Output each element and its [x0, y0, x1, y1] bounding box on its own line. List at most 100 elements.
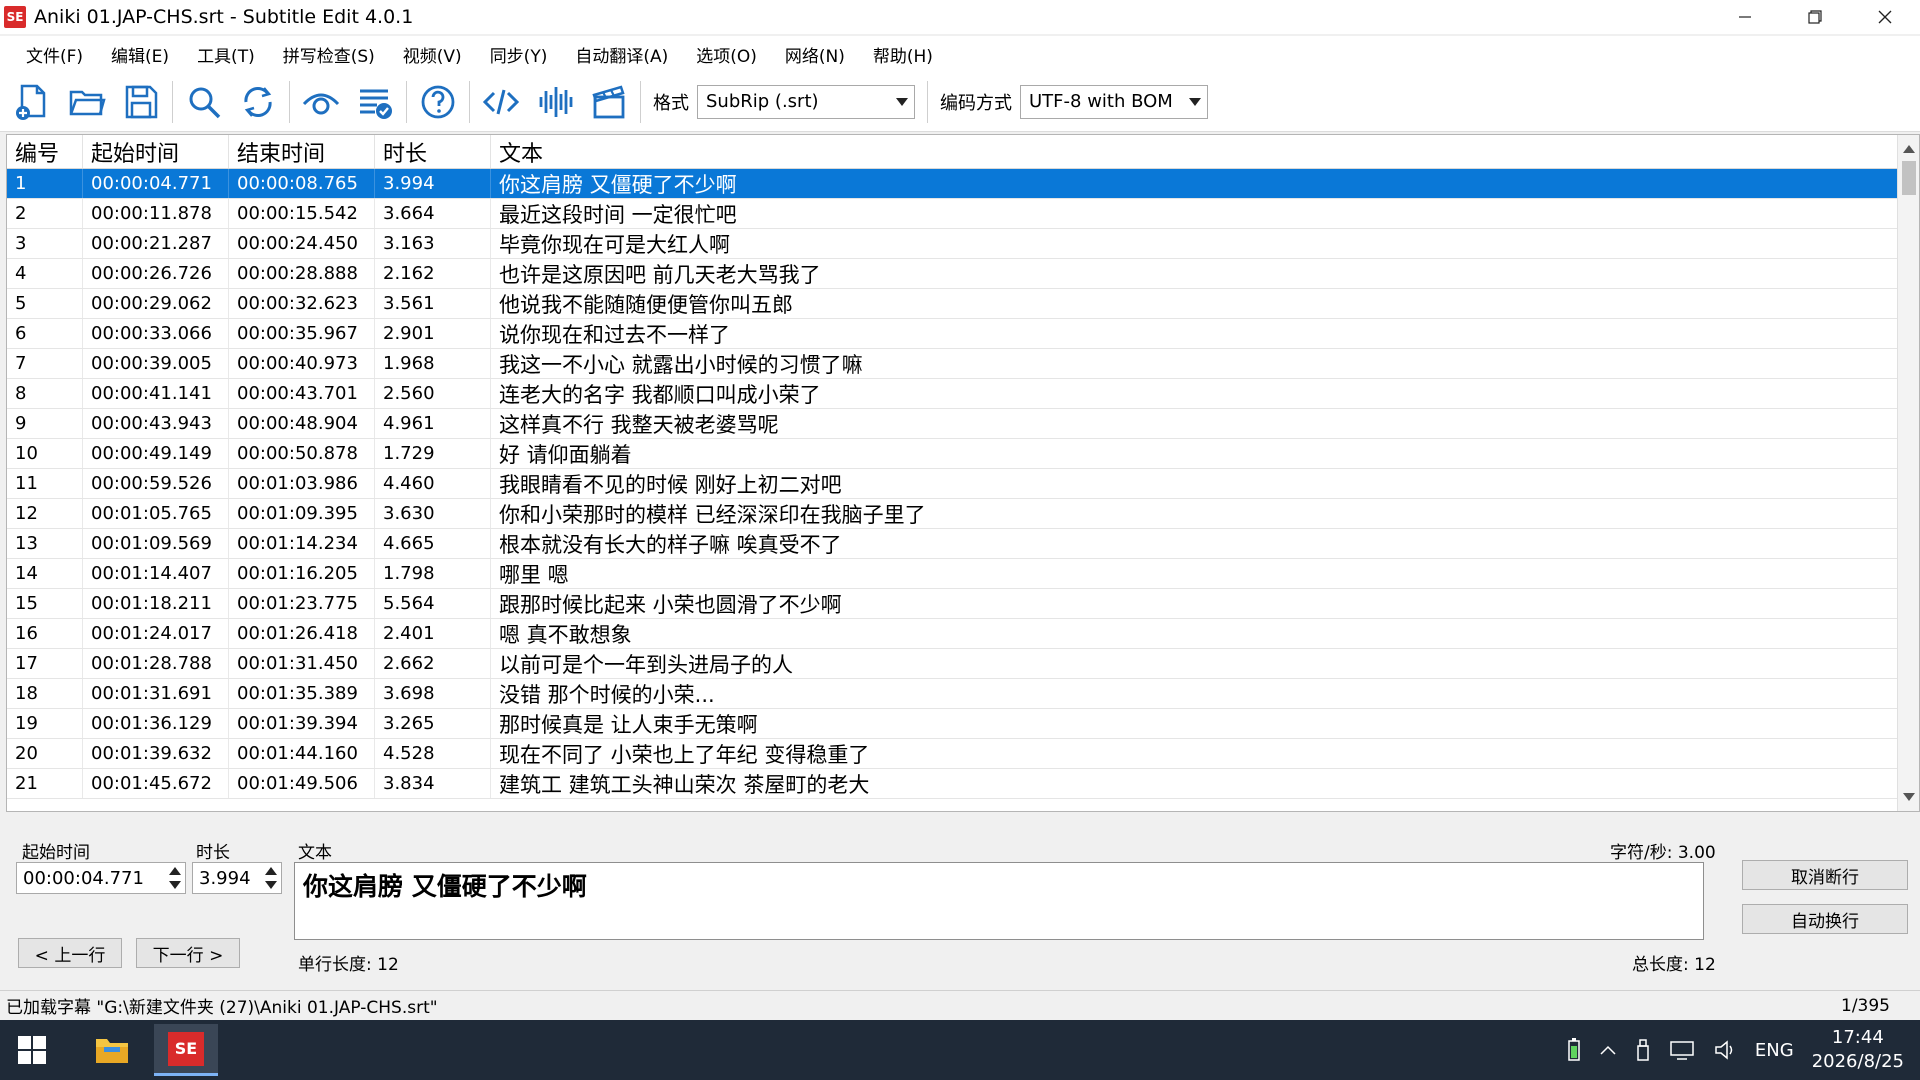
cell-number: 17 — [7, 649, 83, 678]
edit-panel: 起始时间 00:00:04.771 时长 3.994 文本 字符/秒: 3.00… — [0, 826, 1920, 986]
table-row[interactable]: 7 00:00:39.005 00:00:40.973 1.968 我这一不小心 就露出… — [7, 349, 1919, 379]
table-row[interactable]: 1 00:00:04.771 00:00:08.765 3.994 你这肩膀 又僵硬了不… — [7, 169, 1919, 199]
clock[interactable]: 17:44 2026/8/25 — [1812, 1026, 1904, 1074]
table-row[interactable]: 16 00:01:24.017 00:01:26.418 2.401 嗯 真不敢想象 — [7, 619, 1919, 649]
start-time-value: 00:00:04.771 — [23, 867, 144, 889]
find-button[interactable] — [177, 75, 231, 129]
column-header-text[interactable]: 文本 — [491, 135, 1899, 168]
encoding-select[interactable]: UTF-8 with BOM — [1020, 84, 1208, 119]
menu-spell-check[interactable]: 拼写检查(S) — [269, 39, 389, 69]
grid-header: 编号 起始时间 结束时间 时长 文本 — [7, 135, 1919, 169]
battery-icon[interactable] — [1567, 1038, 1581, 1062]
scroll-down-icon[interactable] — [1903, 793, 1915, 801]
grid-scrollbar[interactable] — [1897, 135, 1919, 811]
table-row[interactable]: 21 00:01:45.672 00:01:49.506 3.834 建筑工 建筑工头神… — [7, 769, 1919, 799]
menu-help[interactable]: 帮助(H) — [859, 39, 947, 69]
scroll-up-icon[interactable] — [1903, 145, 1915, 153]
volume-icon[interactable] — [1713, 1039, 1737, 1061]
cell-duration: 3.698 — [375, 679, 491, 708]
table-row[interactable]: 18 00:01:31.691 00:01:35.389 3.698 没错 那个时候的小… — [7, 679, 1919, 709]
next-line-button[interactable]: 下一行 > — [136, 938, 240, 968]
cell-start-time: 00:00:43.943 — [83, 409, 229, 438]
table-row[interactable]: 13 00:01:09.569 00:01:14.234 4.665 根本就没有长大的样… — [7, 529, 1919, 559]
minimize-icon — [1739, 16, 1751, 18]
table-row[interactable]: 15 00:01:18.211 00:01:23.775 5.564 跟那时候比起来 小… — [7, 589, 1919, 619]
table-row[interactable]: 9 00:00:43.943 00:00:48.904 4.961 这样真不行 我整天被… — [7, 409, 1919, 439]
video-button[interactable] — [582, 75, 636, 129]
restore-button[interactable] — [1780, 0, 1850, 34]
spinner-icon[interactable] — [169, 867, 181, 889]
duration-input[interactable]: 3.994 — [192, 862, 282, 894]
table-row[interactable]: 20 00:01:39.632 00:01:44.160 4.528 现在不同了 小荣也… — [7, 739, 1919, 769]
table-row[interactable]: 3 00:00:21.287 00:00:24.450 3.163 毕竟你现在可是大红人… — [7, 229, 1919, 259]
chevron-up-icon[interactable] — [1599, 1044, 1617, 1056]
table-row[interactable]: 14 00:01:14.407 00:01:16.205 1.798 哪里 嗯 — [7, 559, 1919, 589]
waveform-icon — [539, 86, 573, 117]
table-row[interactable]: 5 00:00:29.062 00:00:32.623 3.561 他说我不能随随便便管… — [7, 289, 1919, 319]
replace-button[interactable] — [231, 75, 285, 129]
usb-device-icon[interactable] — [1635, 1038, 1651, 1062]
total-length: 总长度: 12 — [1632, 955, 1716, 975]
table-row[interactable]: 10 00:00:49.149 00:00:50.878 1.729 好 请仰面躺着 — [7, 439, 1919, 469]
new-file-button[interactable] — [6, 75, 60, 129]
menu-tools[interactable]: 工具(T) — [183, 39, 269, 69]
toolbar-separator — [289, 80, 290, 123]
cell-text: 跟那时候比起来 小荣也圆滑了不少啊 — [491, 589, 1899, 618]
minimize-button[interactable] — [1710, 0, 1780, 34]
help-button[interactable] — [411, 75, 465, 129]
auto-break-button[interactable]: 自动换行 — [1742, 904, 1908, 934]
previous-line-button[interactable]: < 上一行 — [18, 938, 122, 968]
save-button[interactable] — [114, 75, 168, 129]
subtitle-grid[interactable]: 编号 起始时间 结束时间 时长 文本 1 00:00:04.771 00:00:08… — [6, 134, 1920, 812]
open-button[interactable] — [60, 75, 114, 129]
table-row[interactable]: 12 00:01:05.765 00:01:09.395 3.630 你和小荣那时的模样… — [7, 499, 1919, 529]
table-row[interactable]: 17 00:01:28.788 00:01:31.450 2.662 以前可是个一年到头… — [7, 649, 1919, 679]
table-row[interactable]: 11 00:00:59.526 00:01:03.986 4.460 我眼睛看不见的时候… — [7, 469, 1919, 499]
taskbar-file-explorer[interactable] — [80, 1024, 144, 1076]
cell-end-time: 00:01:35.389 — [229, 679, 375, 708]
menu-options[interactable]: 选项(O) — [682, 39, 771, 69]
subtitle-text-editor[interactable]: 你这肩膀 又僵硬了不少啊 — [294, 862, 1704, 940]
menu-network[interactable]: 网络(N) — [771, 39, 859, 69]
input-language[interactable]: ENG — [1755, 1040, 1794, 1061]
visual-sync-button[interactable] — [294, 75, 348, 129]
cell-start-time: 00:01:05.765 — [83, 499, 229, 528]
column-header-start[interactable]: 起始时间 — [83, 135, 229, 168]
column-header-end[interactable]: 结束时间 — [229, 135, 375, 168]
taskbar-subtitle-edit[interactable]: SE — [154, 1024, 218, 1076]
start-time-input[interactable]: 00:00:04.771 — [16, 862, 186, 894]
format-select[interactable]: SubRip (.srt) — [697, 84, 915, 119]
table-row[interactable]: 6 00:00:33.066 00:00:35.967 2.901 说你现在和过去不一样… — [7, 319, 1919, 349]
menu-auto-translate[interactable]: 自动翻译(A) — [561, 39, 682, 69]
cell-number: 16 — [7, 619, 83, 648]
network-icon[interactable] — [1669, 1039, 1695, 1061]
start-time-label: 起始时间 — [22, 843, 90, 863]
menu-sync[interactable]: 同步(Y) — [476, 39, 562, 69]
text-label: 文本 — [298, 843, 332, 863]
cell-duration: 4.460 — [375, 469, 491, 498]
windows-start-icon[interactable] — [16, 1034, 48, 1066]
close-button[interactable] — [1850, 0, 1920, 34]
cell-end-time: 00:00:15.542 — [229, 199, 375, 228]
spell-check-button[interactable] — [348, 75, 402, 129]
column-header-duration[interactable]: 时长 — [375, 135, 491, 168]
scroll-thumb[interactable] — [1902, 161, 1916, 195]
menu-file[interactable]: 文件(F) — [12, 39, 97, 69]
cell-text: 他说我不能随随便便管你叫五郎 — [491, 289, 1899, 318]
table-row[interactable]: 4 00:00:26.726 00:00:28.888 2.162 也许是这原因吧 前几… — [7, 259, 1919, 289]
cell-number: 19 — [7, 709, 83, 738]
menu-video[interactable]: 视频(V) — [389, 39, 476, 69]
spinner-icon[interactable] — [265, 867, 277, 889]
column-header-number[interactable]: 编号 — [7, 135, 83, 168]
menu-edit[interactable]: 编辑(E) — [97, 39, 183, 69]
video-icon — [592, 84, 625, 118]
unbreak-button[interactable]: 取消断行 — [1742, 860, 1908, 890]
table-row[interactable]: 2 00:00:11.878 00:00:15.542 3.664 最近这段时间 一定很… — [7, 199, 1919, 229]
cell-end-time: 00:00:50.878 — [229, 439, 375, 468]
cell-duration: 4.961 — [375, 409, 491, 438]
source-view-button[interactable] — [474, 75, 528, 129]
clock-date: 2026/8/25 — [1811, 1051, 1904, 1072]
table-row[interactable]: 19 00:01:36.129 00:01:39.394 3.265 那时候真是 让人束… — [7, 709, 1919, 739]
waveform-button[interactable] — [528, 75, 582, 129]
table-row[interactable]: 8 00:00:41.141 00:00:43.701 2.560 连老大的名字 我都顺… — [7, 379, 1919, 409]
